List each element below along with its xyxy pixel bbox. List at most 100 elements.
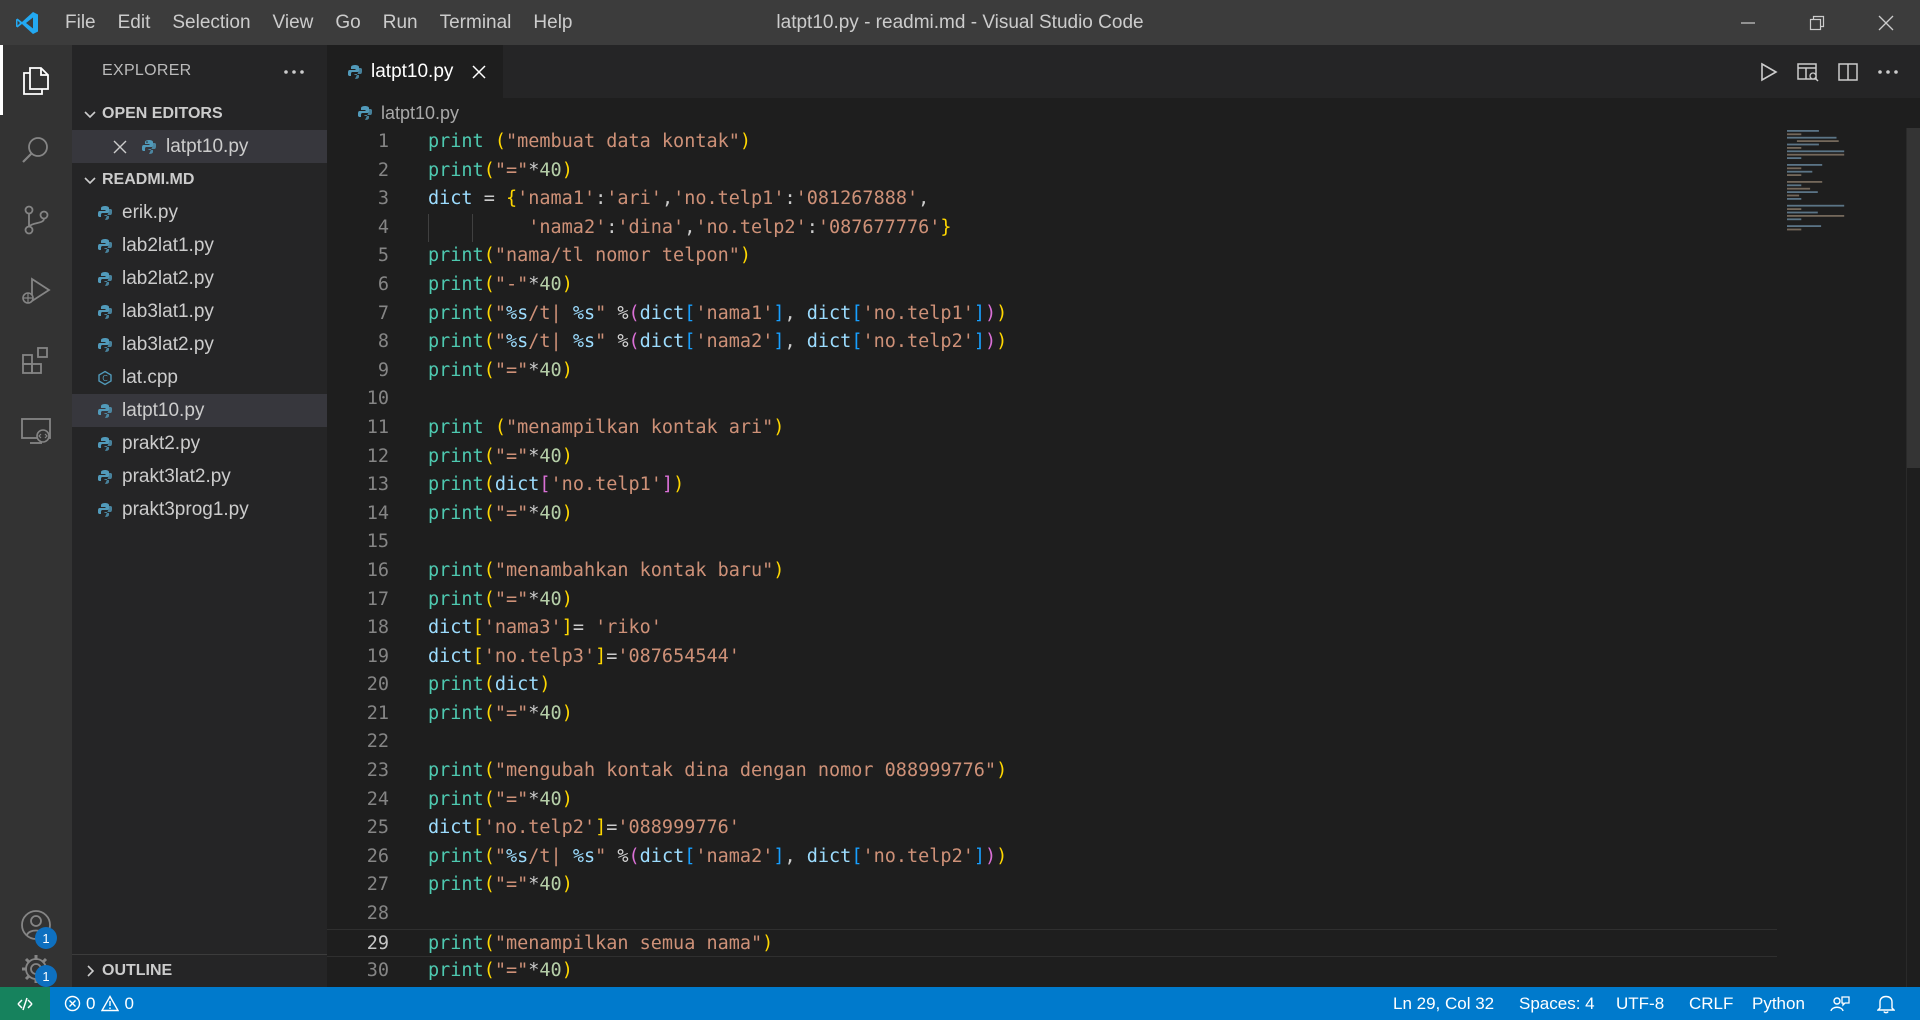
eol-button[interactable]: CRLF <box>1689 987 1733 1020</box>
run-debug-activity[interactable] <box>0 255 72 325</box>
code-line[interactable]: 18 dict['nama3']= 'riko' <box>327 614 1777 643</box>
code-line[interactable]: 10 <box>327 385 1777 414</box>
menu-file[interactable]: File <box>54 12 107 34</box>
minimap-line <box>1787 208 1802 210</box>
cursor-position-button[interactable]: Ln 29, Col 32 <box>1393 987 1494 1020</box>
split-editor-button[interactable] <box>1828 52 1868 92</box>
remote-explorer-icon <box>21 418 51 444</box>
code-line[interactable]: 24 print("="*40) <box>327 786 1777 815</box>
file-item[interactable]: erik.py <box>72 196 327 229</box>
vertical-scrollbar[interactable] <box>1906 128 1920 987</box>
code-line[interactable]: 28 <box>327 900 1777 929</box>
file-label: prakt3lat2.py <box>122 465 231 487</box>
menu-terminal[interactable]: Terminal <box>429 12 523 34</box>
python-file-icon <box>96 238 114 254</box>
extensions-activity[interactable] <box>0 325 72 395</box>
minimize-button[interactable] <box>1713 0 1782 45</box>
file-tree: erik.py lab2lat1.py lab2lat2.py lab3lat1.py… <box>72 196 327 526</box>
code-line[interactable]: 23 print("mengubah kontak dina dengan nom… <box>327 757 1777 786</box>
run-file-button[interactable] <box>1748 52 1788 92</box>
code-line[interactable]: 11 print ("menampilkan kontak ari") <box>327 414 1777 443</box>
more-actions-button[interactable] <box>283 62 305 80</box>
line-source: print("="*40) <box>428 788 573 810</box>
minimap-line <box>1787 198 1802 200</box>
debug-icon <box>22 277 51 304</box>
language-mode-button[interactable]: Python <box>1752 987 1805 1020</box>
indentation-button[interactable]: Spaces: 4 <box>1519 987 1595 1020</box>
code-line[interactable]: 15 <box>327 528 1777 557</box>
scrollbar-thumb[interactable] <box>1907 128 1920 468</box>
code-line[interactable]: 27 print("="*40) <box>327 871 1777 900</box>
file-item[interactable]: prakt3prog1.py <box>72 493 327 526</box>
code-line[interactable]: 3 dict = {'nama1':'ari','no.telp1':'08126… <box>327 185 1777 214</box>
menu-edit[interactable]: Edit <box>107 12 162 34</box>
open-editors-section[interactable]: OPEN EDITORS <box>72 97 327 130</box>
file-item[interactable]: lab2lat1.py <box>72 229 327 262</box>
close-editor-icon[interactable] <box>112 139 130 155</box>
menu-help[interactable]: Help <box>522 12 583 34</box>
code-line[interactable]: 1 print ("membuat data kontak") <box>327 128 1777 157</box>
python-file-icon <box>96 403 114 419</box>
code-line[interactable]: 4 'nama2':'dina','no.telp2':'087677776'} <box>327 213 1777 243</box>
menu-go[interactable]: Go <box>324 12 371 34</box>
folder-section[interactable]: READMI.MD <box>72 163 327 196</box>
close-tab-button[interactable] <box>471 64 487 80</box>
code-line[interactable]: 2 print("="*40) <box>327 157 1777 186</box>
remote-indicator-button[interactable] <box>0 987 50 1020</box>
manage-activity[interactable]: 1 <box>0 950 72 987</box>
code-line[interactable]: 6 print("-"*40) <box>327 271 1777 300</box>
vscode-logo-icon <box>0 0 54 45</box>
code-line[interactable]: 20 print(dict) <box>327 671 1777 700</box>
breadcrumb[interactable]: latpt10.py <box>327 98 1920 128</box>
code-line[interactable]: 16 print("menambahkan kontak baru") <box>327 557 1777 586</box>
file-item[interactable]: prakt2.py <box>72 427 327 460</box>
code-line[interactable]: 14 print("="*40) <box>327 500 1777 529</box>
menu-run[interactable]: Run <box>372 12 429 34</box>
minimap[interactable] <box>1785 128 1905 248</box>
line-number: 8 <box>377 331 389 353</box>
code-line[interactable]: 12 print("="*40) <box>327 443 1777 472</box>
notifications-button[interactable] <box>1877 987 1895 1020</box>
file-item[interactable]: lab3lat1.py <box>72 295 327 328</box>
more-editor-actions-button[interactable] <box>1868 52 1908 92</box>
file-item[interactable]: latpt10.py <box>72 394 327 427</box>
code-line[interactable]: 30 print("="*40) <box>327 957 1777 986</box>
open-editor-item[interactable]: latpt10.py <box>72 130 327 163</box>
line-source: print("menambahkan kontak baru") <box>428 559 785 581</box>
code-line[interactable]: 8 print("%s/t| %s" %(dict['nama2'], dict[… <box>327 328 1777 357</box>
line-source: print("="*40) <box>428 159 573 181</box>
tab-latpt10[interactable]: latpt10.py <box>327 45 504 98</box>
encoding-button[interactable]: UTF-8 <box>1616 987 1664 1020</box>
menu-selection[interactable]: Selection <box>161 12 261 34</box>
code-line[interactable]: 17 print("="*40) <box>327 586 1777 615</box>
source-control-activity[interactable] <box>0 185 72 255</box>
file-item[interactable]: Clat.cpp <box>72 361 327 394</box>
error-count: 0 <box>86 993 96 1013</box>
file-item[interactable]: prakt3lat2.py <box>72 460 327 493</box>
file-item[interactable]: lab2lat2.py <box>72 262 327 295</box>
code-line[interactable]: 26 print("%s/t| %s" %(dict['nama2'], dict… <box>327 843 1777 872</box>
minimap-line <box>1787 181 1823 183</box>
explorer-activity[interactable] <box>0 45 72 115</box>
code-line[interactable]: 25 dict['no.telp2']='088999776' <box>327 814 1777 843</box>
outline-section[interactable]: OUTLINE <box>72 954 327 987</box>
remote-explorer-activity[interactable] <box>0 395 72 465</box>
close-window-button[interactable] <box>1851 0 1920 45</box>
code-line[interactable]: 13 print(dict['no.telp1']) <box>327 471 1777 500</box>
feedback-button[interactable] <box>1830 987 1850 1020</box>
restore-button[interactable] <box>1782 0 1851 45</box>
line-source: print("="*40) <box>428 960 573 982</box>
code-line[interactable]: 29 print("menampilkan semua nama") <box>327 928 1777 958</box>
code-line[interactable]: 7 print("%s/t| %s" %(dict['nama1'], dict[… <box>327 300 1777 329</box>
menu-view[interactable]: View <box>262 12 325 34</box>
file-item[interactable]: lab3lat2.py <box>72 328 327 361</box>
code-line[interactable]: 21 print("="*40) <box>327 700 1777 729</box>
code-line[interactable]: 9 print("="*40) <box>327 357 1777 386</box>
code-line[interactable]: 5 print("nama/tl nomor telpon") <box>327 242 1777 271</box>
open-preview-button[interactable] <box>1788 52 1828 92</box>
code-line[interactable]: 19 dict['no.telp3']='087654544' <box>327 643 1777 672</box>
search-activity[interactable] <box>0 115 72 185</box>
problems-button[interactable]: 0 0 <box>64 987 134 1020</box>
code-line[interactable]: 22 <box>327 728 1777 757</box>
code-editor[interactable]: 1 print ("membuat data kontak") 2 print("="… <box>327 128 1777 987</box>
